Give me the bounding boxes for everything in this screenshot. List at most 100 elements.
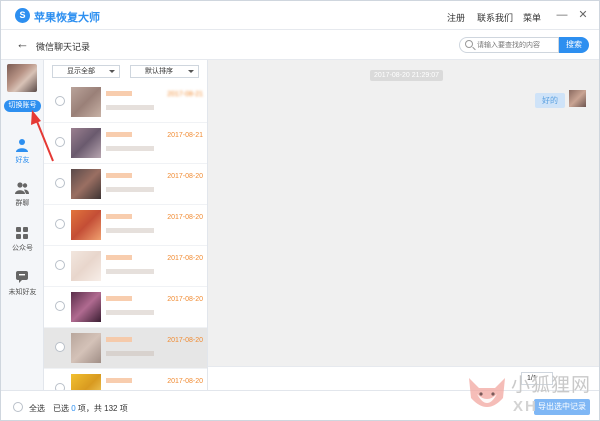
selection-summary: 已选 0 项，共 132 项	[53, 403, 128, 414]
list-item[interactable]: 2017-08-21	[44, 82, 207, 123]
contact-us-link[interactable]: 联系我们	[477, 11, 513, 24]
chevron-down-icon	[188, 70, 194, 73]
person-icon	[16, 139, 28, 152]
search-button[interactable]: 搜索	[559, 37, 589, 53]
grid-icon	[16, 227, 28, 239]
switch-account-button[interactable]: 切换账号	[4, 100, 41, 112]
total-count: 132	[104, 404, 118, 413]
selected-mid: 项，共	[77, 404, 102, 413]
selected-prefix: 已选	[53, 404, 69, 413]
row-radio[interactable]	[55, 178, 65, 188]
close-icon[interactable]: ✕	[577, 9, 589, 21]
menu-link[interactable]: 菜单	[523, 11, 541, 24]
list-item[interactable]: 2017-08-20	[44, 205, 207, 246]
register-link[interactable]: 注册	[447, 11, 465, 24]
row-date: 2017-08-20	[167, 296, 203, 303]
app-window: S 苹果恢复大师 注册 联系我们 菜单 — ✕ ← 微信聊天记录 搜索 切换账号…	[0, 0, 600, 421]
row-date: 2017-08-21	[167, 91, 203, 98]
row-radio[interactable]	[55, 260, 65, 270]
message-preview-blurred	[106, 105, 154, 110]
contact-avatar	[71, 169, 101, 199]
list-item[interactable]: 2017-08-20	[44, 328, 207, 369]
watermark: 小狐狸网 XH	[463, 368, 599, 420]
chevron-down-icon	[109, 70, 115, 73]
watermark-text-cn: 小狐狸网	[511, 375, 592, 396]
list-item[interactable]: 2017-08-20	[44, 369, 207, 390]
contact-avatar	[71, 251, 101, 281]
page-title: 微信聊天记录	[36, 42, 91, 52]
list-item[interactable]: 2017-08-20	[44, 246, 207, 287]
sidebar-item-label: 群聊	[15, 200, 30, 207]
row-date: 2017-08-20	[167, 378, 203, 385]
select-all-radio[interactable]	[13, 402, 23, 412]
show-filter-label: 显示全部	[67, 68, 95, 75]
sidebar-item-label: 未知好友	[8, 289, 37, 296]
row-date: 2017-08-20	[167, 255, 203, 262]
app-logo-icon: S	[15, 8, 30, 23]
row-radio[interactable]	[55, 301, 65, 311]
selected-suffix: 项	[119, 404, 128, 413]
sidebar-item-label: 公众号	[12, 245, 33, 252]
message-preview-blurred	[106, 269, 154, 274]
sender-avatar	[569, 90, 586, 107]
list-item[interactable]: 2017-08-20	[44, 164, 207, 205]
sidebar-item-groups[interactable]: 群聊	[1, 181, 44, 215]
sidebar-item-label: 好友	[15, 157, 30, 164]
minimize-icon[interactable]: —	[556, 9, 568, 21]
row-date: 2017-08-20	[167, 214, 203, 221]
contact-avatar	[71, 292, 101, 322]
row-radio[interactable]	[55, 342, 65, 352]
message-preview-blurred	[106, 146, 154, 151]
message-preview-blurred	[106, 228, 154, 233]
contact-name-blurred	[106, 255, 132, 260]
list-item[interactable]: 2017-08-21	[44, 123, 207, 164]
sidebar-item-friends[interactable]: 好友	[1, 138, 44, 172]
filter-bar: 显示全部 默认排序	[44, 60, 207, 82]
sort-label: 默认排序	[145, 68, 173, 75]
select-all-label[interactable]: 全选	[29, 403, 45, 414]
watermark-text-en: XH	[513, 398, 538, 415]
group-icon	[15, 182, 29, 194]
row-date: 2017-08-20	[167, 337, 203, 344]
sidebar: 切换账号 好友 群聊 公众号 未知好友	[1, 60, 44, 420]
row-date: 2017-08-20	[167, 173, 203, 180]
contact-avatar	[71, 333, 101, 363]
selected-count: 0	[71, 404, 76, 413]
row-radio[interactable]	[55, 96, 65, 106]
contact-avatar	[71, 87, 101, 117]
message-bubble: 好的	[535, 93, 565, 108]
account-avatar	[7, 64, 37, 92]
contact-avatar	[71, 128, 101, 158]
sidebar-item-unknown-friends[interactable]: 未知好友	[1, 270, 44, 304]
back-arrow-icon[interactable]: ←	[16, 37, 29, 51]
search-box	[459, 37, 559, 53]
unknown-friend-icon	[16, 271, 28, 283]
sidebar-item-official-accounts[interactable]: 公众号	[1, 226, 44, 260]
contact-avatar	[71, 374, 101, 390]
row-radio[interactable]	[55, 219, 65, 229]
app-title: 苹果恢复大师	[34, 12, 100, 24]
contact-name-blurred	[106, 337, 132, 342]
list-item[interactable]: 2017-08-20	[44, 287, 207, 328]
message-preview-blurred	[106, 351, 154, 356]
show-filter-select[interactable]: 显示全部	[52, 65, 120, 78]
message-timestamp: 2017-08-20 21:29:07	[370, 70, 443, 81]
sort-select[interactable]: 默认排序	[130, 65, 199, 78]
row-radio[interactable]	[55, 383, 65, 390]
contact-name-blurred	[106, 132, 132, 137]
contact-name-blurred	[106, 378, 132, 383]
contact-list: 显示全部 默认排序 2017-08-21 2017-08-21 2017-08-…	[44, 60, 208, 390]
contact-name-blurred	[106, 173, 132, 178]
fox-logo-icon	[469, 378, 505, 407]
message-preview-blurred	[106, 187, 154, 192]
chat-panel: 2017-08-20 21:29:07 好的	[208, 60, 599, 366]
contact-name-blurred	[106, 214, 132, 219]
contact-avatar	[71, 210, 101, 240]
row-date: 2017-08-21	[167, 132, 203, 139]
title-bar: S 苹果恢复大师 注册 联系我们 菜单 — ✕	[1, 1, 599, 30]
search-icon	[465, 40, 473, 48]
contact-name-blurred	[106, 296, 132, 301]
search-input[interactable]	[477, 40, 557, 51]
message-preview-blurred	[106, 310, 154, 315]
row-radio[interactable]	[55, 137, 65, 147]
